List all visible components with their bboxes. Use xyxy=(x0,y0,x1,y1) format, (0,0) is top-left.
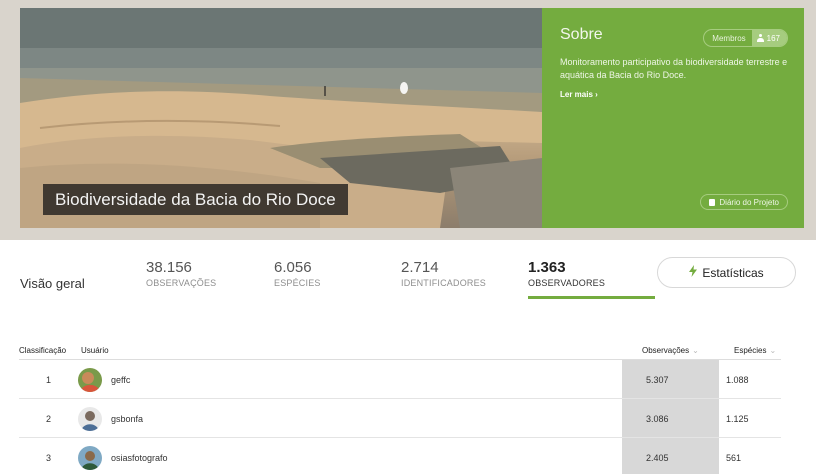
stat-value: 38.156 xyxy=(146,259,192,276)
username-link[interactable]: geffc xyxy=(111,360,130,399)
rank-cell: 1 xyxy=(46,374,52,385)
observations-cell: 2.405 xyxy=(646,452,669,463)
username-link[interactable]: osiasfotografo xyxy=(111,438,168,474)
statistics-button[interactable]: Estatísticas xyxy=(657,257,796,288)
table-header: Classificação Usuário Observações ⌄ Espéc… xyxy=(19,338,781,360)
project-banner: Biodiversidade da Bacia do Rio Doce Sobr… xyxy=(0,0,816,240)
stat-label: OBSERVAÇÕES xyxy=(146,278,217,288)
stat-species[interactable]: 6.056 ESPÉCIES xyxy=(274,259,321,288)
table-row: 3 osiasfotografo 2.405 561 xyxy=(19,438,781,474)
members-label: Membros xyxy=(712,33,746,43)
journal-label: Diário do Projeto xyxy=(719,197,779,207)
header-observations-label: Observações xyxy=(642,346,690,355)
stat-value: 1.363 xyxy=(528,259,566,276)
species-cell: 561 xyxy=(726,452,742,463)
header-rank[interactable]: Classificação xyxy=(19,346,66,355)
person-icon xyxy=(756,34,764,42)
stat-value: 6.056 xyxy=(274,259,312,276)
header-species[interactable]: Espécies ⌄ xyxy=(734,346,776,355)
project-journal-button[interactable]: Diário do Projeto xyxy=(700,194,788,210)
members-count: 167 xyxy=(766,33,780,43)
stat-label: ESPÉCIES xyxy=(274,278,321,288)
statistics-label: Estatísticas xyxy=(702,265,764,280)
project-description: Monitoramento participativo da biodivers… xyxy=(560,57,788,80)
journal-icon xyxy=(709,198,716,206)
stat-label: IDENTIFICADORES xyxy=(401,278,487,288)
stat-identifiers[interactable]: 2.714 IDENTIFICADORES xyxy=(401,259,486,288)
username-link[interactable]: gsbonfa xyxy=(111,399,143,438)
rank-cell: 3 xyxy=(46,452,52,463)
avatar[interactable] xyxy=(78,445,102,470)
active-tab-indicator xyxy=(528,296,655,299)
overview-heading: Visão geral xyxy=(20,276,85,291)
table-row: 2 gsbonfa 3.086 1.125 xyxy=(19,399,781,438)
header-user[interactable]: Usuário xyxy=(81,346,109,355)
sort-icon: ⌄ xyxy=(692,346,699,355)
observers-table: Classificação Usuário Observações ⌄ Espéc… xyxy=(19,338,781,474)
stat-observers[interactable]: 1.363 OBSERVADORES xyxy=(528,259,605,288)
avatar[interactable] xyxy=(78,406,102,431)
about-panel: Sobre Membros 167 Monitoramento particip… xyxy=(542,8,804,228)
bolt-icon xyxy=(689,265,698,280)
table-row: 1 geffc 5.307 1.088 xyxy=(19,360,781,399)
rank-cell: 2 xyxy=(46,413,52,424)
avatar[interactable] xyxy=(78,367,102,392)
members-count-box: 167 xyxy=(751,30,787,46)
project-title: Biodiversidade da Bacia do Rio Doce xyxy=(43,184,348,215)
members-badge[interactable]: Membros 167 xyxy=(703,29,788,47)
observations-cell: 3.086 xyxy=(646,413,669,424)
stat-label: OBSERVADORES xyxy=(528,278,606,288)
species-cell: 1.088 xyxy=(726,374,749,385)
stat-value: 2.714 xyxy=(401,259,439,276)
header-observations[interactable]: Observações ⌄ xyxy=(642,346,699,355)
avatar-cell xyxy=(78,438,102,474)
read-more-link[interactable]: Ler mais › xyxy=(560,90,598,99)
species-cell: 1.125 xyxy=(726,413,749,424)
stat-observations[interactable]: 38.156 OBSERVAÇÕES xyxy=(146,259,216,288)
sort-icon: ⌄ xyxy=(769,346,777,355)
avatar-cell xyxy=(78,360,102,399)
avatar-cell xyxy=(78,399,102,438)
observations-cell: 5.307 xyxy=(646,374,669,385)
header-species-label: Espécies xyxy=(734,346,767,355)
about-title: Sobre xyxy=(560,26,603,43)
